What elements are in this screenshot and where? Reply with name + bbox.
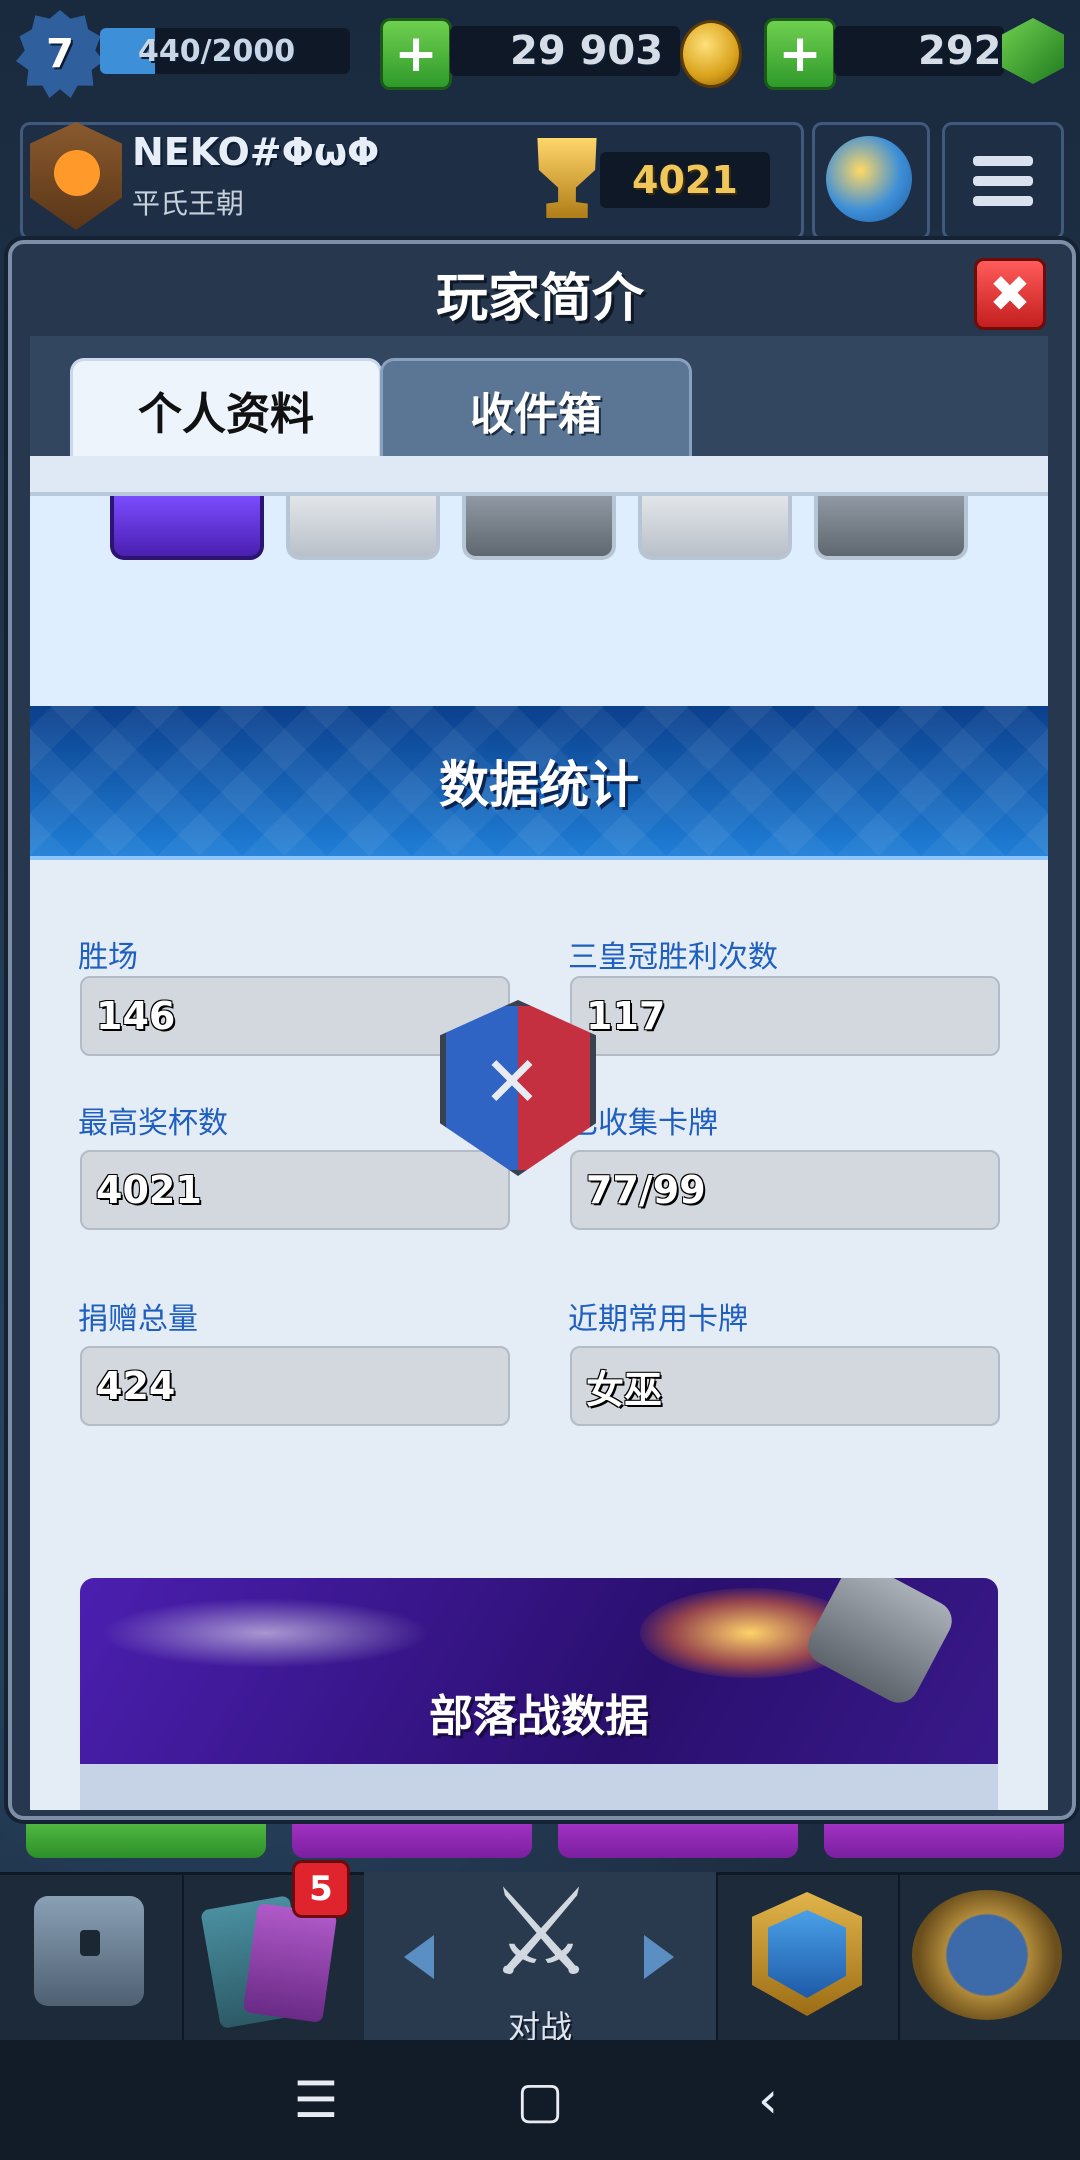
xp-text: 440/2000 (138, 34, 296, 69)
stat-label-donations: 捐赠总量 (78, 1302, 198, 1337)
stat-value-favorite-card: 女巫 (570, 1346, 1000, 1426)
gold-coin-icon (680, 20, 742, 88)
crossed-swords-icon: ⚔ (487, 1863, 595, 2003)
modal-title: 玩家简介 (435, 269, 644, 329)
back-icon[interactable]: ‹ (732, 2064, 804, 2136)
tab-profile[interactable]: 个人资料 (70, 358, 382, 459)
resource-bar: 7 440/2000 + 29 903 + 292 (0, 0, 1080, 110)
crossed-swords-icon: ✕ (482, 1041, 542, 1123)
stat-value-donations: 424 (80, 1346, 510, 1426)
home-icon[interactable]: ▢ (504, 2064, 576, 2136)
menu-line-icon (973, 176, 1033, 186)
stat-value-three-crowns: 117 (570, 976, 1000, 1056)
stat-label-wins: 胜场 (78, 940, 138, 975)
add-gold-button[interactable]: + (380, 18, 452, 90)
menu-line-icon (973, 196, 1033, 206)
gold-amount: 29 903 (510, 28, 664, 74)
stat-value-cards-found: 77/99 (570, 1150, 1000, 1230)
tournament-wreath-icon (912, 1890, 1062, 2020)
level-number: 7 (46, 31, 74, 77)
arrow-right-icon[interactable] (644, 1935, 674, 1979)
smoke-trail (100, 1598, 430, 1668)
badge-slot-icon[interactable] (286, 496, 440, 560)
clan-name: 平氏王朝 (132, 187, 245, 220)
arrow-left-icon[interactable] (404, 1935, 434, 1979)
badge-slot-icon[interactable] (638, 496, 792, 560)
clan-war-card: 部落战数据 (80, 1578, 998, 1810)
tab-inbox[interactable]: 收件箱 (380, 358, 692, 459)
clan-war-stats-row (80, 1764, 998, 1810)
badge-slot-icon[interactable] (814, 496, 968, 560)
globe-crown-icon (826, 136, 912, 222)
stat-value-best-trophies: 4021 (80, 1150, 510, 1230)
badge-slot-icon[interactable] (462, 496, 616, 560)
badge-slot-icon[interactable] (110, 496, 264, 560)
notification-badge: 5 (292, 1860, 350, 1918)
content-top-band (30, 456, 1048, 496)
clan-war-title: 部落战数据 (429, 1691, 649, 1742)
card-icon (242, 1902, 338, 2024)
close-button[interactable]: ✖ (974, 258, 1046, 330)
badges-area (30, 496, 1048, 720)
player-name: NEKO#ΦωΦ (132, 130, 380, 174)
stats-banner: 数据统计 (30, 706, 1048, 860)
stat-label-favorite-card: 近期常用卡牌 (568, 1302, 748, 1337)
level-badge-icon[interactable]: 7 (16, 10, 104, 98)
trophy-count: 4021 (632, 158, 738, 202)
lock-icon (80, 1930, 100, 1956)
gems-amount: 292 (918, 28, 1002, 74)
xp-bar: 440/2000 (100, 28, 350, 74)
menu-icon[interactable]: ☰ (280, 2064, 352, 2136)
stat-label-best-trophies: 最高奖杯数 (78, 1106, 228, 1141)
menu-line-icon (973, 156, 1033, 166)
clan-badge-emblem (54, 150, 100, 196)
stat-label-three-crowns: 三皇冠胜利次数 (568, 940, 778, 975)
gem-icon (1002, 18, 1064, 84)
add-gems-button[interactable]: + (764, 18, 836, 90)
menu-button[interactable] (942, 122, 1064, 240)
